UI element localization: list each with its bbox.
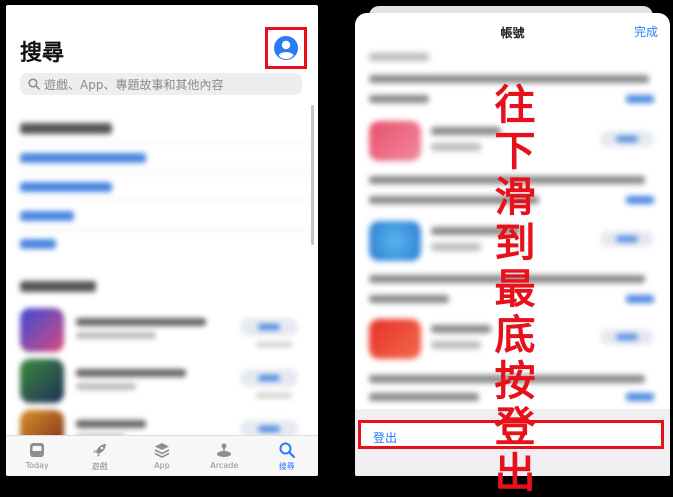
tab-today[interactable]: Today <box>7 436 67 470</box>
suggestion-link[interactable] <box>20 239 56 249</box>
app-icon <box>20 359 64 403</box>
today-icon <box>30 443 45 457</box>
search-placeholder: 遊戲、App、專題故事和其他內容 <box>44 77 224 92</box>
search-icon <box>28 78 40 90</box>
divider <box>20 200 310 201</box>
joystick-icon <box>217 443 232 457</box>
section-heading <box>20 281 96 292</box>
divider <box>20 171 310 172</box>
get-button[interactable] <box>240 318 298 336</box>
app-icon <box>20 308 64 352</box>
instruction-annotation: 往下滑到最底按登出 <box>490 82 540 496</box>
section-heading <box>20 123 112 134</box>
layers-icon <box>154 443 170 458</box>
account-icon <box>274 36 298 60</box>
search-screen: 搜尋 遊戲、App、專題故事和其他內容 Today 遊戲 App Arcade … <box>6 5 318 476</box>
tab-arcade[interactable]: Arcade <box>194 436 254 470</box>
suggestion-link[interactable] <box>20 153 146 163</box>
page-title: 搜尋 <box>20 41 65 66</box>
app-icon <box>369 319 421 359</box>
tab-games[interactable]: 遊戲 <box>70 436 130 472</box>
list-item[interactable] <box>20 359 310 403</box>
update-button[interactable] <box>600 329 654 345</box>
app-icon <box>369 121 421 161</box>
get-button[interactable] <box>240 369 298 387</box>
sheet-header: 帳號 完成 <box>355 13 670 49</box>
account-button[interactable] <box>265 27 307 69</box>
divider <box>20 142 310 143</box>
app-icon <box>369 221 421 261</box>
tab-search[interactable]: 搜尋 <box>257 436 317 472</box>
rocket-icon <box>92 444 106 457</box>
suggestion-link[interactable] <box>20 182 112 192</box>
update-button[interactable] <box>600 131 654 147</box>
done-button[interactable]: 完成 <box>634 23 658 40</box>
search-icon <box>279 442 295 459</box>
list-item[interactable] <box>20 308 310 352</box>
update-button[interactable] <box>600 231 654 247</box>
search-input[interactable]: 遊戲、App、專題故事和其他內容 <box>20 73 302 95</box>
logout-label: 登出 <box>373 431 398 445</box>
sheet-title: 帳號 <box>500 26 525 40</box>
suggestion-link[interactable] <box>20 211 74 221</box>
tab-apps[interactable]: App <box>132 436 192 470</box>
annotation-text: 往下滑到最底按登出 <box>494 81 536 497</box>
divider <box>20 229 310 230</box>
scroll-indicator <box>311 105 314 245</box>
tab-bar: Today 遊戲 App Arcade 搜尋 <box>6 435 318 476</box>
